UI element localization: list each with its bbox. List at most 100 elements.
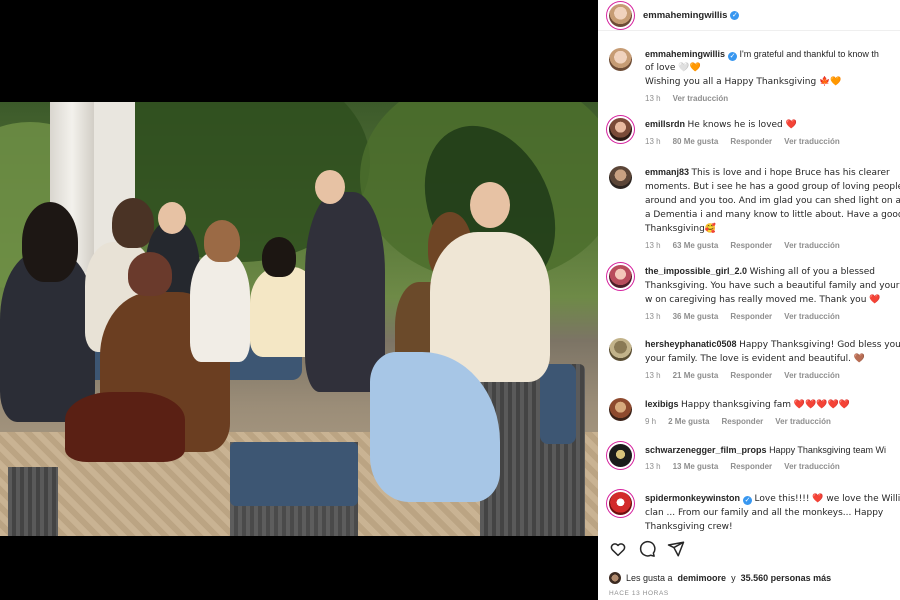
photo-cushion (540, 364, 576, 444)
commenter-avatar[interactable] (609, 492, 632, 515)
comment-body: emillsrdn He knows he is loved ❤️ 13 h 8… (645, 118, 900, 148)
translate-button[interactable]: Ver traducción (784, 239, 840, 252)
comment-username[interactable]: spidermonkeywinston (645, 493, 740, 503)
reply-button[interactable]: Responder (730, 239, 772, 252)
comment-likes-count[interactable]: 63 Me gusta (673, 239, 719, 252)
comment-text: Happy Thanksgiving team Wi (769, 445, 886, 455)
comment-meta: 13 h 13 Me gusta Responder Ver traducció… (645, 460, 900, 473)
photo-person (128, 252, 172, 296)
commenter-avatar[interactable] (609, 118, 632, 141)
reply-button[interactable]: Responder (730, 460, 772, 473)
media-pane (0, 0, 598, 600)
translate-button[interactable]: Ver traducción (784, 369, 840, 382)
photo-chair (8, 467, 58, 536)
comment-body: schwarzenegger_film_props Happy Thanksgi… (645, 444, 900, 473)
caption-text-line1: I'm grateful and thankful to know th (739, 49, 879, 59)
comment-time: 13 h (645, 312, 661, 321)
photo-person (315, 170, 345, 204)
comment-time: 13 h (645, 241, 661, 250)
comment-text: This is love and i hope Bruce has his cl… (645, 168, 900, 234)
comment-time: 13 h (645, 137, 661, 146)
comment-meta: 9 h 2 Me gusta Responder Ver traducción (645, 415, 900, 428)
comment-likes-count[interactable]: 2 Me gusta (668, 415, 709, 428)
comment-meta: 13 h 80 Me gusta Responder Ver traducció… (645, 135, 900, 148)
photo-person (65, 392, 185, 462)
comment-time: 13 h (645, 371, 661, 380)
translate-button[interactable]: Ver traducción (784, 135, 840, 148)
post-photo[interactable] (0, 102, 598, 536)
photo-person (22, 202, 78, 282)
comment-likes-count[interactable]: 80 Me gusta (673, 135, 719, 148)
likes-suffix: y (731, 573, 736, 583)
caption-time: 13 h (645, 94, 661, 103)
comment-likes-count[interactable]: 36 Me gusta (673, 310, 719, 323)
comment-likes-count[interactable]: 21 Me gusta (673, 369, 719, 382)
comment-item: schwarzenegger_film_props Happy Thanksgi… (609, 444, 900, 473)
commenter-avatar[interactable] (609, 338, 632, 361)
author-avatar[interactable] (609, 3, 632, 27)
commenter-avatar[interactable] (609, 398, 632, 421)
author-avatar[interactable] (609, 48, 632, 71)
comment-item: the_impossible_girl_2.0 Wishing all of y… (609, 265, 900, 323)
comment-meta: 13 h 63 Me gusta Responder Ver traducció… (645, 239, 900, 252)
comment-item: emmanj83 This is love and i hope Bruce h… (609, 166, 900, 252)
reply-button[interactable]: Responder (730, 369, 772, 382)
comment-bubble-icon[interactable] (638, 540, 656, 558)
comment-username[interactable]: lexibigs (645, 399, 679, 409)
reply-button[interactable]: Responder (721, 415, 763, 428)
share-send-icon[interactable] (667, 540, 685, 558)
photo-person (112, 198, 154, 248)
photo-person (262, 237, 296, 277)
commenter-avatar[interactable] (609, 265, 632, 288)
reply-button[interactable]: Responder (730, 135, 772, 148)
comment-item: lexibigs Happy thanksgiving fam ❤️❤️❤️❤️… (609, 398, 900, 428)
translate-button[interactable]: Ver traducción (784, 310, 840, 323)
likes-count-link[interactable]: 35.560 personas más (741, 573, 832, 583)
verified-badge-icon: ✓ (730, 10, 740, 20)
commenter-avatar[interactable] (609, 166, 632, 189)
comment-username[interactable]: emillsrdn (645, 119, 685, 129)
caption-username[interactable]: emmahemingwillis (645, 49, 725, 59)
caption-text-line2: of love 🤍🧡 (645, 63, 701, 73)
caption-body: emmahemingwillis ✓ I'm grateful and thank… (645, 48, 900, 105)
post-actions (609, 540, 685, 558)
comment-username[interactable]: emmanj83 (645, 167, 689, 177)
photo-ottoman-cushion (230, 442, 358, 506)
verified-badge-icon: ✓ (728, 52, 738, 61)
caption: emmahemingwillis ✓ I'm grateful and thank… (609, 48, 900, 105)
verified-badge-icon: ✓ (743, 496, 753, 505)
comment-item: emillsrdn He knows he is loved ❤️ 13 h 8… (609, 118, 900, 148)
comment-body: lexibigs Happy thanksgiving fam ❤️❤️❤️❤️… (645, 398, 900, 428)
photo-person (470, 182, 510, 228)
comment-time: 13 h (645, 462, 661, 471)
likes-prefix: Les gusta a (626, 573, 673, 583)
caption-translate-button[interactable]: Ver traducción (673, 92, 729, 105)
translate-button[interactable]: Ver traducción (784, 460, 840, 473)
comment-meta: 13 h 21 Me gusta Responder Ver traducció… (645, 369, 900, 382)
photo-person (158, 202, 186, 234)
comment-item: hersheyphanatic0508 Happy Thanksgiving! … (609, 338, 900, 382)
translate-button[interactable]: Ver traducción (775, 415, 831, 428)
comment-username[interactable]: the_impossible_girl_2.0 (645, 266, 747, 276)
liker-avatar (609, 572, 621, 584)
like-heart-icon[interactable] (609, 540, 627, 558)
photo-person (204, 220, 240, 262)
comments-panel: emmahemingwillis ✓ emmahemingwillis ✓ I'm… (598, 0, 900, 600)
likes-summary: Les gusta a demimoore y 35.560 personas … (609, 572, 831, 584)
post-header: emmahemingwillis ✓ (598, 0, 900, 31)
comment-time: 9 h (645, 417, 657, 426)
comment-username[interactable]: hersheyphanatic0508 (645, 339, 737, 349)
caption-meta: 13 h Ver traducción (645, 92, 900, 105)
post-timestamp: Hace 13 horas (609, 590, 669, 597)
author-username[interactable]: emmahemingwillis (643, 10, 727, 21)
comment-body: emmanj83 This is love and i hope Bruce h… (645, 166, 900, 252)
caption-text-line3: Wishing you all a Happy Thanksgiving 🍁🧡 (645, 77, 842, 87)
comment-text: He knows he is loved ❤️ (687, 120, 797, 130)
comment-likes-count[interactable]: 13 Me gusta (673, 460, 719, 473)
comment-meta: 13 h 36 Me gusta Responder Ver traducció… (645, 310, 900, 323)
comment-text: Happy thanksgiving fam ❤️❤️❤️❤️❤️ (681, 400, 850, 410)
commenter-avatar[interactable] (609, 444, 632, 467)
comment-username[interactable]: schwarzenegger_film_props (645, 445, 767, 455)
likes-user-link[interactable]: demimoore (678, 573, 727, 583)
reply-button[interactable]: Responder (730, 310, 772, 323)
